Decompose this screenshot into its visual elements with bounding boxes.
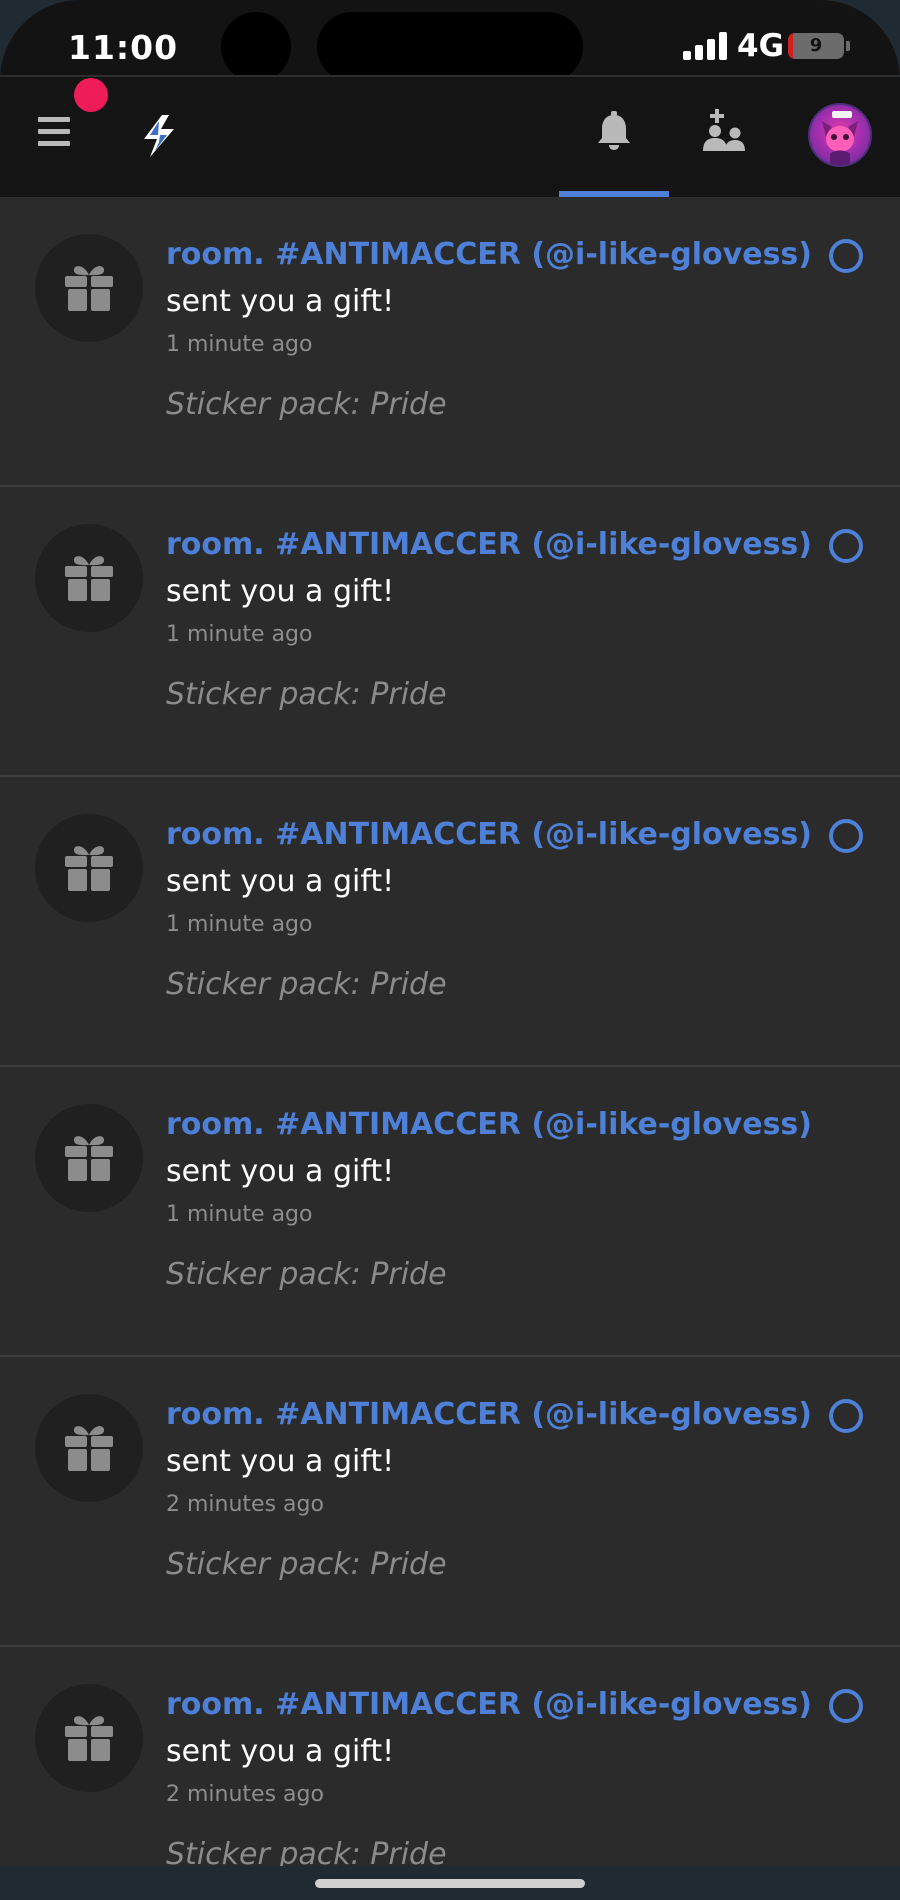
unread-indicator-icon[interactable] <box>829 1689 863 1723</box>
battery-icon: 9 <box>788 33 844 59</box>
avatar[interactable] <box>808 103 872 167</box>
notification-item[interactable]: room. #ANTIMACCER (@i-like-glovess) sent… <box>0 197 900 487</box>
notification-sender[interactable]: room. #ANTIMACCER (@i-like-glovess) <box>166 1687 812 1722</box>
notification-time: 1 minute ago <box>166 622 313 647</box>
notification-item[interactable]: room. #ANTIMACCER (@i-like-glovess) sent… <box>0 487 900 777</box>
gift-icon <box>35 814 143 922</box>
notification-message: sent you a gift! <box>166 1154 395 1189</box>
notification-item[interactable]: room. #ANTIMACCER (@i-like-glovess) sent… <box>0 777 900 1067</box>
notification-message: sent you a gift! <box>166 1734 395 1769</box>
unread-indicator-icon[interactable] <box>829 239 863 273</box>
notification-time: 2 minutes ago <box>166 1782 324 1807</box>
gift-icon <box>35 1684 143 1792</box>
bell-icon <box>596 111 632 151</box>
status-time: 11:00 <box>68 28 179 67</box>
notification-message: sent you a gift! <box>166 284 395 319</box>
notification-detail: Sticker pack: Pride <box>166 1547 447 1582</box>
notification-item[interactable]: room. #ANTIMACCER (@i-like-glovess) sent… <box>0 1067 900 1357</box>
notification-time: 1 minute ago <box>166 332 313 357</box>
notification-detail: Sticker pack: Pride <box>166 1257 447 1292</box>
gift-icon <box>35 524 143 632</box>
network-type: 4G <box>737 28 785 64</box>
notification-list: room. #ANTIMACCER (@i-like-glovess) sent… <box>0 197 900 1900</box>
notification-time: 1 minute ago <box>166 1202 313 1227</box>
hamburger-menu-icon[interactable] <box>38 117 72 147</box>
battery-level: 9 <box>809 35 823 56</box>
notification-sender[interactable]: room. #ANTIMACCER (@i-like-glovess) <box>166 817 812 852</box>
home-indicator[interactable] <box>315 1879 585 1888</box>
unread-indicator-icon[interactable] <box>829 1399 863 1433</box>
notification-message: sent you a gift! <box>166 574 395 609</box>
notification-time: 1 minute ago <box>166 912 313 937</box>
gift-icon <box>35 1394 143 1502</box>
battery-tip <box>846 41 850 51</box>
gift-icon <box>35 234 143 342</box>
unread-indicator-icon[interactable] <box>829 819 863 853</box>
app-nav-bar <box>0 77 900 197</box>
lightning-bolt-logo-icon[interactable] <box>138 113 180 159</box>
friends-icon[interactable] <box>700 109 748 155</box>
notification-sender[interactable]: room. #ANTIMACCER (@i-like-glovess) <box>166 527 812 562</box>
notification-sender[interactable]: room. #ANTIMACCER (@i-like-glovess) <box>166 237 812 272</box>
notification-detail: Sticker pack: Pride <box>166 387 447 422</box>
phone-screen: 11:00 4G 9 room. #ANTIMACCER (@i-like-gl… <box>0 0 900 1900</box>
unread-indicator-icon[interactable] <box>829 529 863 563</box>
notification-detail: Sticker pack: Pride <box>166 677 447 712</box>
front-camera <box>221 12 291 82</box>
tab-notifications[interactable] <box>559 77 669 197</box>
notification-time: 2 minutes ago <box>166 1492 324 1517</box>
notification-sender[interactable]: room. #ANTIMACCER (@i-like-glovess) <box>166 1107 812 1142</box>
notification-item[interactable]: room. #ANTIMACCER (@i-like-glovess) sent… <box>0 1647 900 1900</box>
notification-message: sent you a gift! <box>166 1444 395 1479</box>
gift-icon <box>35 1104 143 1212</box>
notification-sender[interactable]: room. #ANTIMACCER (@i-like-glovess) <box>166 1397 812 1432</box>
notification-message: sent you a gift! <box>166 864 395 899</box>
signal-strength-icon <box>683 32 729 60</box>
notification-item[interactable]: room. #ANTIMACCER (@i-like-glovess) sent… <box>0 1357 900 1647</box>
notification-badge-dot <box>74 78 108 112</box>
notification-detail: Sticker pack: Pride <box>166 967 447 1002</box>
status-bar: 11:00 4G 9 <box>0 0 900 82</box>
dynamic-island <box>317 12 583 82</box>
